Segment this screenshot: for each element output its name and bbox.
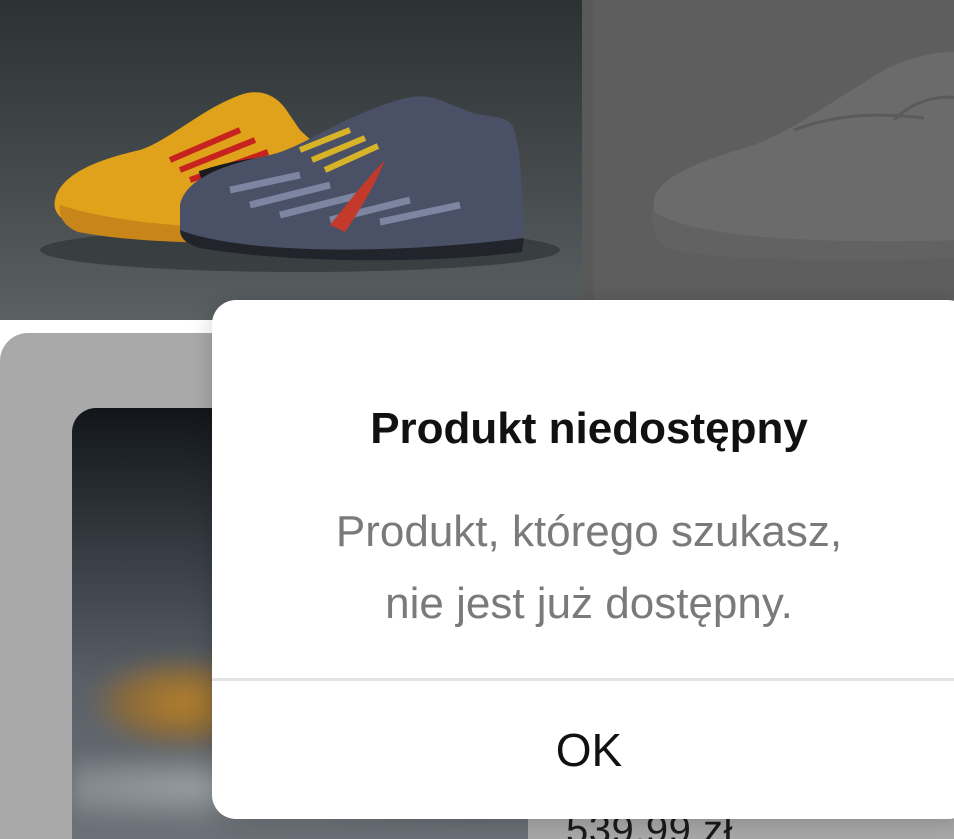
dialog-message-line: Produkt, którego szukasz, bbox=[335, 507, 843, 556]
basketball-shoes-image bbox=[40, 92, 560, 272]
unavailable-product-dialog: Produkt niedostępny Produkt, którego szu… bbox=[212, 300, 954, 819]
product-card-image-basketball-shoes[interactable] bbox=[0, 0, 582, 320]
white-sneaker-image bbox=[651, 51, 954, 260]
dialog-title: Produkt niedostępny bbox=[370, 404, 808, 453]
ok-button[interactable]: OK bbox=[212, 681, 954, 819]
product-card-image-white-sneaker[interactable] bbox=[594, 0, 954, 320]
dialog-message: Produkt, którego szukasz, nie jest już d… bbox=[212, 496, 954, 640]
dialog-message-line: nie jest już dostępny. bbox=[385, 579, 793, 628]
app-screen: 539,99 zł Produkt niedostępny Produkt, k… bbox=[0, 0, 954, 839]
grid-gap bbox=[582, 0, 594, 320]
